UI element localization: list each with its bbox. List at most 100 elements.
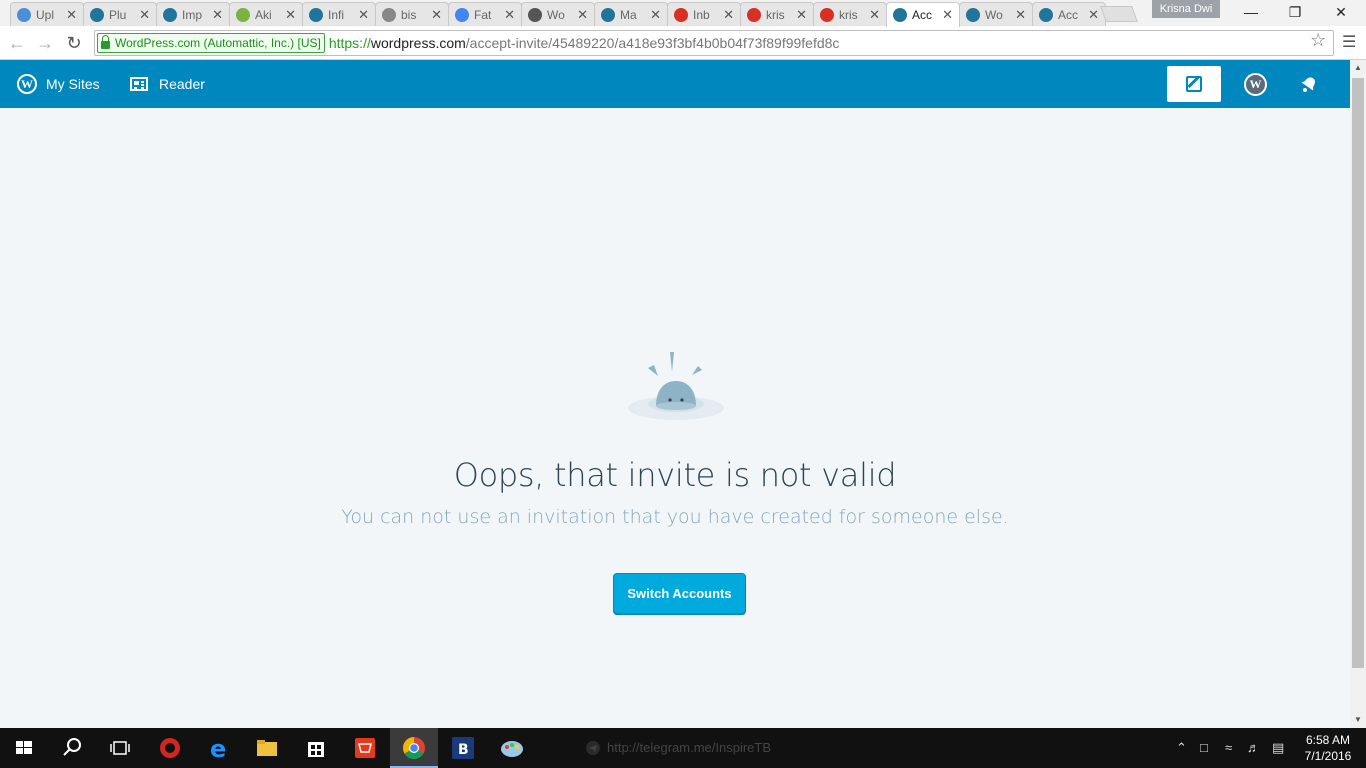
switch-accounts-button[interactable]: Switch Accounts [613, 573, 746, 614]
tab-title: kris [839, 7, 858, 22]
browser-tab[interactable]: Imp ✕ [156, 2, 230, 26]
tab-close-icon[interactable]: ✕ [212, 7, 223, 23]
browser-tab[interactable]: kris ✕ [813, 2, 887, 26]
tab-title: Plu [109, 7, 127, 22]
browser-tab[interactable]: Inb ✕ [667, 2, 741, 26]
battery-icon[interactable]: □ [1200, 740, 1208, 755]
page-title: Oops, that invite is not valid [453, 456, 897, 494]
booking-app-icon[interactable]: B [448, 733, 478, 763]
reader-button[interactable]: Reader [130, 60, 205, 108]
wordpress-icon [1039, 7, 1053, 22]
paint-app-icon[interactable] [497, 733, 527, 763]
forward-icon[interactable]: → [34, 32, 56, 54]
tab-close-icon[interactable]: ✕ [66, 7, 77, 23]
write-post-button[interactable] [1167, 66, 1221, 102]
page-scrollbar[interactable]: ▲ ▼ [1350, 60, 1366, 728]
minimize-icon[interactable]: — [1228, 0, 1274, 24]
address-bar[interactable]: WordPress.com (Automattic, Inc.) [US] ht… [94, 30, 1334, 56]
tab-title: Fat [474, 7, 492, 22]
system-clock[interactable]: 6:58 AM 7/1/2016 [1300, 732, 1356, 764]
reload-icon[interactable]: ↻ [63, 32, 85, 54]
windows-taskbar: e B http://telegram.me/InspireTB ⌃ □ ≈ ♬… [0, 728, 1366, 768]
tab-close-icon[interactable]: ✕ [1015, 7, 1026, 23]
profile-button[interactable]: Krisna Dwi [1152, 0, 1220, 18]
browser-tab[interactable]: Upl ✕ [10, 2, 84, 26]
browser-tab[interactable]: Acc ✕ [886, 2, 960, 27]
wordpress-icon [601, 7, 615, 22]
url-host: wordpress.com [370, 35, 466, 51]
my-sites-button[interactable]: W My Sites [17, 60, 100, 108]
scroll-down-icon[interactable]: ▼ [1350, 712, 1366, 728]
chrome-icon[interactable] [399, 733, 429, 763]
wifi-icon[interactable]: ≈ [1225, 740, 1232, 755]
tray-overflow-icon[interactable]: ⌃ [1176, 740, 1187, 756]
windows-start-icon[interactable] [9, 733, 39, 763]
volume-icon[interactable]: ♬ [1247, 740, 1260, 755]
scroll-thumb[interactable] [1352, 78, 1364, 668]
sad-blob-illustration [628, 352, 724, 420]
wordpress-icon [163, 7, 177, 22]
ev-certificate-badge[interactable]: WordPress.com (Automattic, Inc.) [US] [97, 33, 325, 53]
edge-browser-icon[interactable]: e [204, 733, 234, 763]
tab-close-icon[interactable]: ✕ [942, 7, 953, 23]
tab-title: kris [766, 7, 785, 22]
file-explorer-icon[interactable] [252, 733, 282, 763]
back-icon[interactable]: ← [6, 32, 28, 54]
clock-time: 6:58 AM [1305, 733, 1351, 747]
browser-menu-icon[interactable]: ☰ [1342, 32, 1356, 52]
wordpress-icon [309, 7, 323, 22]
tab-title: bis [401, 7, 417, 22]
svg-text:e: e [210, 735, 226, 763]
scroll-up-icon[interactable]: ▲ [1350, 60, 1366, 76]
tab-close-icon[interactable]: ✕ [723, 7, 734, 23]
search-icon[interactable] [57, 733, 87, 763]
tab-close-icon[interactable]: ✕ [285, 7, 296, 23]
url-path: /accept-invite/45489220/a418e93f3bf4b0b0… [465, 35, 840, 51]
tab-title: Acc [1058, 7, 1079, 22]
browser-tab[interactable]: bis ✕ [375, 2, 449, 26]
wordpress-logo-icon: W [17, 74, 37, 94]
tab-title: Upl [36, 7, 55, 22]
windows-store-icon[interactable] [301, 733, 331, 763]
url-text: https://wordpress.com/accept-invite/4548… [329, 35, 840, 51]
browser-tab[interactable]: Aki ✕ [229, 2, 303, 26]
url-scheme: https:// [328, 35, 371, 51]
task-view-icon[interactable] [105, 733, 135, 763]
main-content: Oops, that invite is not valid You can n… [0, 108, 1350, 728]
chat-icon [528, 7, 542, 22]
tab-title: Acc [912, 8, 933, 22]
browser-tab[interactable]: Ma ✕ [594, 2, 668, 26]
page-subtitle: You can not use an invitation that you h… [341, 506, 1009, 528]
tab-title: Imp [182, 7, 203, 22]
browser-tab[interactable]: Fat ✕ [448, 2, 522, 26]
profile-avatar[interactable]: W [1244, 73, 1267, 96]
tab-close-icon[interactable]: ✕ [358, 7, 369, 23]
new-tab-button[interactable] [1100, 6, 1138, 22]
browser-tab[interactable]: Infi ✕ [302, 2, 376, 26]
notifications-bell-icon[interactable] [1300, 75, 1318, 93]
restore-icon[interactable]: ❐ [1272, 0, 1318, 24]
browser-tab[interactable]: Acc ✕ [1032, 2, 1106, 26]
tab-close-icon[interactable]: ✕ [504, 7, 515, 23]
tab-close-icon[interactable]: ✕ [869, 7, 880, 23]
close-window-icon[interactable]: ✕ [1318, 0, 1364, 24]
tab-close-icon[interactable]: ✕ [577, 7, 588, 23]
bookmark-star-icon[interactable]: ☆ [1310, 30, 1326, 51]
browser-tab[interactable]: Wo ✕ [521, 2, 595, 26]
browser-tab-strip: Upl ✕ Plu ✕ Imp ✕ Aki ✕ Infi ✕ bis ✕ Fat ✕ Wo ✕ Ma ✕ Inb ✕ k… [0, 0, 1366, 27]
tab-close-icon[interactable]: ✕ [796, 7, 807, 23]
shopping-app-icon[interactable] [350, 733, 380, 763]
browser-tab[interactable]: kris ✕ [740, 2, 814, 26]
ev-label: WordPress.com (Automattic, Inc.) [US] [115, 36, 321, 50]
ccleaner-icon[interactable] [155, 733, 185, 763]
browser-tab[interactable]: Wo ✕ [959, 2, 1033, 26]
tab-close-icon[interactable]: ✕ [139, 7, 150, 23]
tab-close-icon[interactable]: ✕ [650, 7, 661, 23]
action-center-icon[interactable]: ▤ [1272, 740, 1284, 756]
tab-close-icon[interactable]: ✕ [431, 7, 442, 23]
tab-close-icon[interactable]: ✕ [1088, 7, 1099, 23]
browser-tab[interactable]: Plu ✕ [83, 2, 157, 26]
reader-label: Reader [159, 76, 205, 92]
gmail-icon [674, 7, 688, 22]
page-icon [17, 7, 31, 22]
